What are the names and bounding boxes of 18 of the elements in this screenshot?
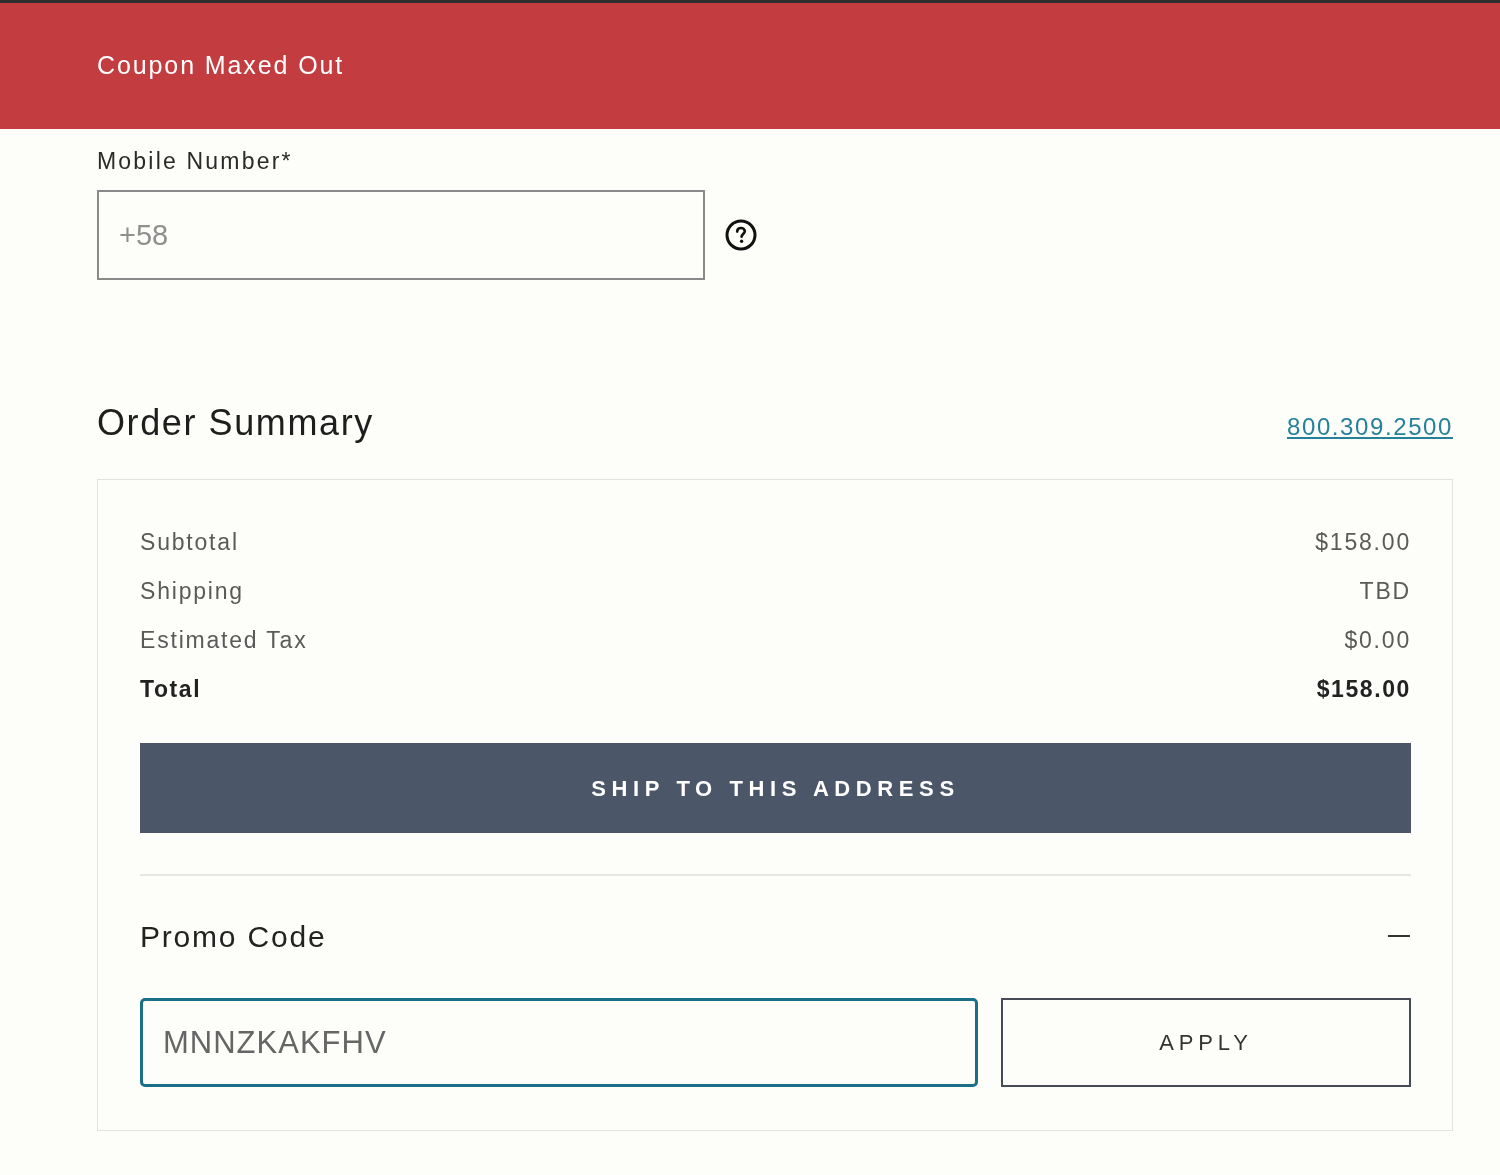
- ship-button[interactable]: SHIP TO THIS ADDRESS: [140, 743, 1411, 833]
- field-label: Mobile Number*: [97, 148, 293, 174]
- summary-amount: TBD: [1359, 577, 1411, 607]
- help-icon[interactable]: [725, 219, 757, 251]
- total-amount: $158.00: [1316, 675, 1411, 705]
- alert-message: Coupon Maxed Out: [97, 50, 345, 82]
- summary-label: Subtotal: [140, 528, 239, 558]
- section-heading: Order Summary: [97, 402, 374, 444]
- promo-heading: Promo Code: [140, 918, 327, 955]
- phone-link[interactable]: 800.309.2500: [1287, 409, 1453, 445]
- mobile-number-field[interactable]: +58: [97, 190, 705, 280]
- summary-amount: $0.00: [1344, 626, 1411, 656]
- summary-label: Shipping: [140, 577, 244, 607]
- promo-code-field[interactable]: MNNZKAKFHV: [140, 998, 978, 1087]
- summary-amount: $158.00: [1315, 528, 1411, 558]
- apply-button[interactable]: APPLY: [1001, 998, 1411, 1087]
- summary-label: Estimated Tax: [140, 626, 308, 656]
- total-label: Total: [140, 675, 202, 705]
